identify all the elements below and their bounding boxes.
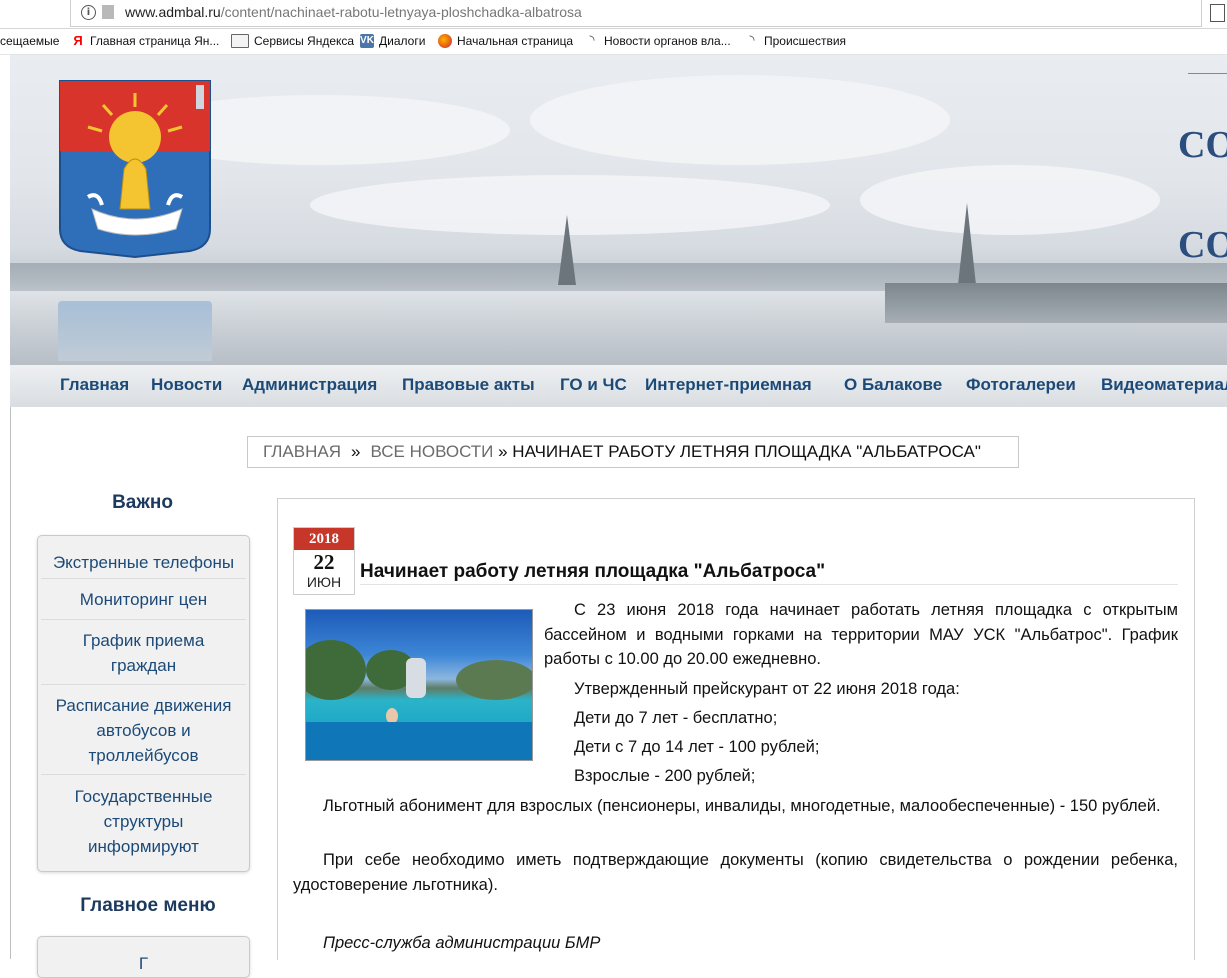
breadcrumb-home[interactable]: ГЛАВНАЯ — [263, 442, 341, 461]
banner-divider — [1188, 73, 1227, 74]
sidebar-link-government-structures[interactable]: Государственные структуры информируют — [41, 775, 246, 865]
sidebar-main-menu-box: Г — [37, 936, 250, 978]
article-paragraph-documents: При себе необходимо иметь подтверждающие… — [293, 851, 1178, 894]
reader-view-icon[interactable] — [1210, 4, 1225, 22]
date-day: 22 — [313, 550, 335, 574]
banner-title-line-1: СО — [1178, 124, 1227, 166]
page-icon — [102, 5, 114, 19]
rss-icon: ◝ — [589, 33, 595, 48]
bookmark-label: Происшествия — [764, 34, 847, 48]
photo-water-slide — [406, 658, 426, 698]
bookmark-start-page[interactable]: Начальная страница — [438, 34, 573, 48]
nav-administration[interactable]: Администрация — [242, 375, 377, 395]
news-article: 2018 22 ИЮН Начинает работу летняя площа… — [277, 498, 1195, 960]
yandex-icon: Я — [71, 34, 85, 48]
breadcrumb-separator: » — [350, 442, 361, 461]
nav-home[interactable]: Главная — [60, 375, 129, 395]
nav-photo-galleries[interactable]: Фотогалереи — [966, 375, 1076, 395]
banner-title-line-2: СО — [1178, 224, 1227, 266]
bookmark-label: Сервисы Яндекса — [254, 34, 355, 48]
breadcrumb-all-news[interactable]: ВСЕ НОВОСТИ — [370, 442, 493, 461]
photo-tree — [306, 640, 366, 700]
power-pylon — [558, 215, 576, 285]
sidebar-important-title: Важно — [112, 492, 173, 513]
folder-icon — [231, 34, 249, 48]
firefox-icon — [438, 34, 452, 48]
date-month: ИЮН — [306, 574, 342, 590]
bookmark-label: Диалоги — [379, 34, 426, 48]
banner-cloud — [860, 165, 1160, 235]
nav-internet-reception[interactable]: Интернет-приемная — [645, 375, 812, 395]
nav-legal-acts[interactable]: Правовые акты — [402, 375, 535, 395]
breadcrumb: ГЛАВНАЯ » ВСЕ НОВОСТИ » НАЧИНАЕТ РАБОТУ ЛЕ… — [247, 436, 1019, 468]
breadcrumb-current: » НАЧИНАЕТ РАБОТУ ЛЕТНЯЯ ПЛОЩАДКА "АЛЬБА… — [498, 442, 981, 461]
photo-pool-edge — [306, 722, 532, 760]
bookmark-label: Новости органов вла... — [604, 34, 731, 48]
nav-about-balakovo[interactable]: О Балакове — [844, 375, 942, 395]
bookmark-most-visited[interactable]: сещаемые — [0, 34, 59, 48]
photo-tree — [456, 660, 532, 700]
article-paragraph-2: Утвержденный прейскурант от 22 июня 2018… — [574, 680, 960, 698]
article-signature: Пресс-служба администрации БМР — [323, 934, 601, 952]
banner-cloud — [530, 75, 950, 165]
bookmarks-toolbar: сещаемые Я Главная страница Ян... Сервис… — [0, 29, 1227, 55]
bookmark-label: сещаемые — [0, 34, 60, 48]
article-title: Начинает работу летняя площадка "Альбатр… — [360, 561, 826, 582]
article-photo[interactable] — [305, 609, 533, 761]
sidebar-link-reception-schedule[interactable]: График приема граждан — [41, 620, 246, 685]
info-icon[interactable]: i — [81, 5, 96, 20]
power-pylon — [958, 203, 976, 285]
url-field[interactable]: i www.admbal.ru/content/nachinaet-rabotu… — [70, 0, 1202, 27]
nav-videos[interactable]: Видеоматериал — [1101, 375, 1227, 395]
banner-dam — [885, 283, 1227, 323]
bookmark-label: Главная страница Ян... — [90, 34, 220, 48]
main-navigation: Главная Новости Администрация Правовые а… — [10, 365, 1227, 407]
article-price-2: Дети с 7 до 14 лет - 100 рублей; — [574, 738, 820, 756]
sidebar-important-box: Экстренные телефоны Мониторинг цен Графи… — [37, 535, 250, 872]
date-year: 2018 — [294, 528, 354, 550]
bookmark-incidents[interactable]: ◝ Происшествия — [745, 33, 847, 49]
article-paragraph-discount: Льготный абонимент для взрослых (пенсион… — [323, 797, 1161, 815]
bookmark-label: Начальная страница — [457, 34, 574, 48]
nav-civil-defense[interactable]: ГО и ЧС — [560, 375, 627, 395]
emblem-reflection — [58, 301, 212, 361]
article-paragraph-1: С 23 июня 2018 года начинает работать ле… — [544, 601, 1178, 668]
url-text[interactable]: www.admbal.ru/content/nachinaet-rabotu-l… — [125, 4, 582, 20]
sidebar-link-emergency-phones[interactable]: Экстренные телефоны — [41, 539, 246, 579]
bookmark-yandex-services[interactable]: Сервисы Яндекса — [231, 34, 354, 48]
coat-of-arms-icon[interactable] — [58, 79, 212, 265]
url-path: /content/nachinaet-rabotu-letnyaya-plosh… — [220, 4, 582, 20]
article-price-1: Дети до 7 лет - бесплатно; — [574, 709, 778, 727]
date-badge: 2018 22 ИЮН — [293, 527, 355, 595]
vk-icon: VK — [360, 34, 374, 48]
bookmark-yandex-home[interactable]: Я Главная страница Ян... — [71, 34, 219, 48]
header-banner: СО СО — [10, 55, 1227, 365]
sidebar-link-bus-schedule[interactable]: Расписание движения автобусов и троллейб… — [41, 685, 246, 775]
sidebar-link-price-monitoring[interactable]: Мониторинг цен — [41, 579, 246, 620]
article-price-3: Взрослые - 200 рублей; — [574, 767, 756, 785]
sidebar-main-menu-title: Главное меню — [80, 895, 216, 916]
title-divider — [360, 584, 1178, 585]
rss-icon: ◝ — [749, 33, 755, 48]
url-host: www.admbal.ru — [125, 4, 221, 20]
bookmark-gov-news[interactable]: ◝ Новости органов вла... — [585, 33, 731, 49]
browser-address-bar: i www.admbal.ru/content/nachinaet-rabotu… — [0, 0, 1227, 29]
sidebar-main-menu-item[interactable]: Г — [41, 951, 246, 976]
site-page: СО СО Главная Новости Администрация Прав… — [10, 55, 1227, 978]
bookmark-dialogs[interactable]: VK Диалоги — [360, 34, 425, 48]
nav-news[interactable]: Новости — [151, 375, 222, 395]
